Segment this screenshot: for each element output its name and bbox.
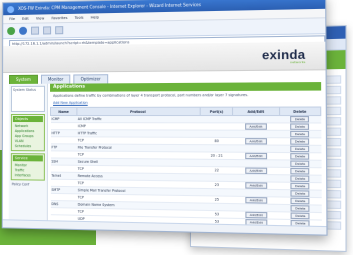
menu-favorites[interactable]: Favorites [51, 16, 67, 20]
sidebar-policy-label: Policy Conf [11, 181, 30, 187]
sidebar-section-title: Objects [12, 116, 43, 123]
menu-edit[interactable]: Edit [22, 17, 29, 21]
main-content: Applications Applications define traffic… [50, 82, 322, 236]
delete-button[interactable]: Delete [290, 130, 310, 138]
cell-edit: Add/Edit [232, 122, 280, 131]
forward-icon[interactable] [19, 26, 28, 35]
sidebar-status-box: System Status [10, 85, 45, 112]
cell-delete: Delete [279, 122, 321, 131]
sidebar-section-objects: Objects Network Applications App Groups … [10, 113, 45, 152]
delete-button[interactable]: Delete [290, 175, 310, 182]
app-header: exinda networks [3, 41, 326, 74]
edit-button[interactable]: Add/Edit [245, 167, 267, 175]
applications-table: Name Protocol Port(s) Add/Edit Delete IC… [50, 106, 322, 236]
cell-name [50, 122, 77, 130]
menu-file[interactable]: File [9, 17, 15, 21]
edit-button[interactable]: Add/Edit [245, 211, 268, 219]
tab-monitor[interactable]: Monitor [40, 74, 71, 84]
tab-system[interactable]: System [9, 74, 38, 84]
delete-button[interactable]: Delete [290, 123, 310, 130]
edit-button[interactable]: Add/Edit [245, 152, 267, 160]
delete-button[interactable]: Delete [290, 205, 310, 212]
delete-button[interactable]: Delete [290, 182, 310, 190]
delete-button[interactable]: Delete [290, 190, 310, 197]
sidebar-section-title: Service [12, 155, 43, 162]
delete-button[interactable]: Delete [290, 197, 310, 205]
browser-icon [7, 5, 15, 13]
column-header-protocol: Protocol [76, 107, 201, 116]
delete-button[interactable]: Delete [290, 167, 310, 175]
column-header-ports: Port(s) [200, 107, 233, 116]
web-page: exinda networks System Monitor Optimizer… [2, 41, 327, 236]
column-header-delete: Delete [279, 107, 321, 116]
menu-tools[interactable]: Tools [75, 16, 84, 20]
menu-help[interactable]: Help [91, 15, 99, 19]
tab-optimizer[interactable]: Optimizer [73, 74, 108, 84]
column-header-name: Name [50, 107, 77, 116]
sidebar-status-label: System Status [12, 87, 37, 92]
cell-name: ICMP [50, 115, 77, 123]
delete-button[interactable]: Delete [290, 145, 310, 153]
table-header-row: Name Protocol Port(s) Add/Edit Delete [50, 107, 321, 116]
stop-icon[interactable] [31, 26, 40, 35]
cell-edit [232, 115, 280, 123]
menu-view[interactable]: View [36, 16, 44, 20]
edit-button[interactable]: Add/Edit [245, 182, 268, 189]
logo-tagline: networks [290, 59, 306, 65]
sidebar-item-interfaces[interactable]: Interfaces [13, 173, 43, 179]
edit-button[interactable]: Add/Edit [245, 138, 267, 145]
column-header-edit: Add/Edit [232, 107, 280, 116]
delete-button[interactable]: Delete [290, 116, 310, 123]
delete-button[interactable]: Delete [290, 212, 310, 220]
sidebar-section-service: Service Monitor Traffic Interfaces [10, 153, 45, 181]
sidebar-item-schedules[interactable]: Schedules [13, 144, 43, 149]
browser-window: XOS-FW Exinda: CPM Management Console - … [1, 0, 328, 236]
edit-button[interactable]: Add/Edit [245, 123, 267, 130]
sidebar: System Status Objects Network Applicatio… [8, 83, 49, 229]
delete-button[interactable]: Delete [290, 138, 310, 145]
delete-button[interactable]: Delete [290, 160, 310, 168]
cell-delete: Delete [279, 115, 321, 123]
home-icon[interactable] [55, 26, 64, 35]
cell-ports [200, 115, 233, 123]
edit-button[interactable]: Add/Edit [245, 196, 268, 204]
back-icon[interactable] [7, 26, 16, 36]
refresh-icon[interactable] [43, 26, 52, 35]
cell-ports [200, 122, 233, 131]
delete-button[interactable]: Delete [290, 153, 310, 160]
